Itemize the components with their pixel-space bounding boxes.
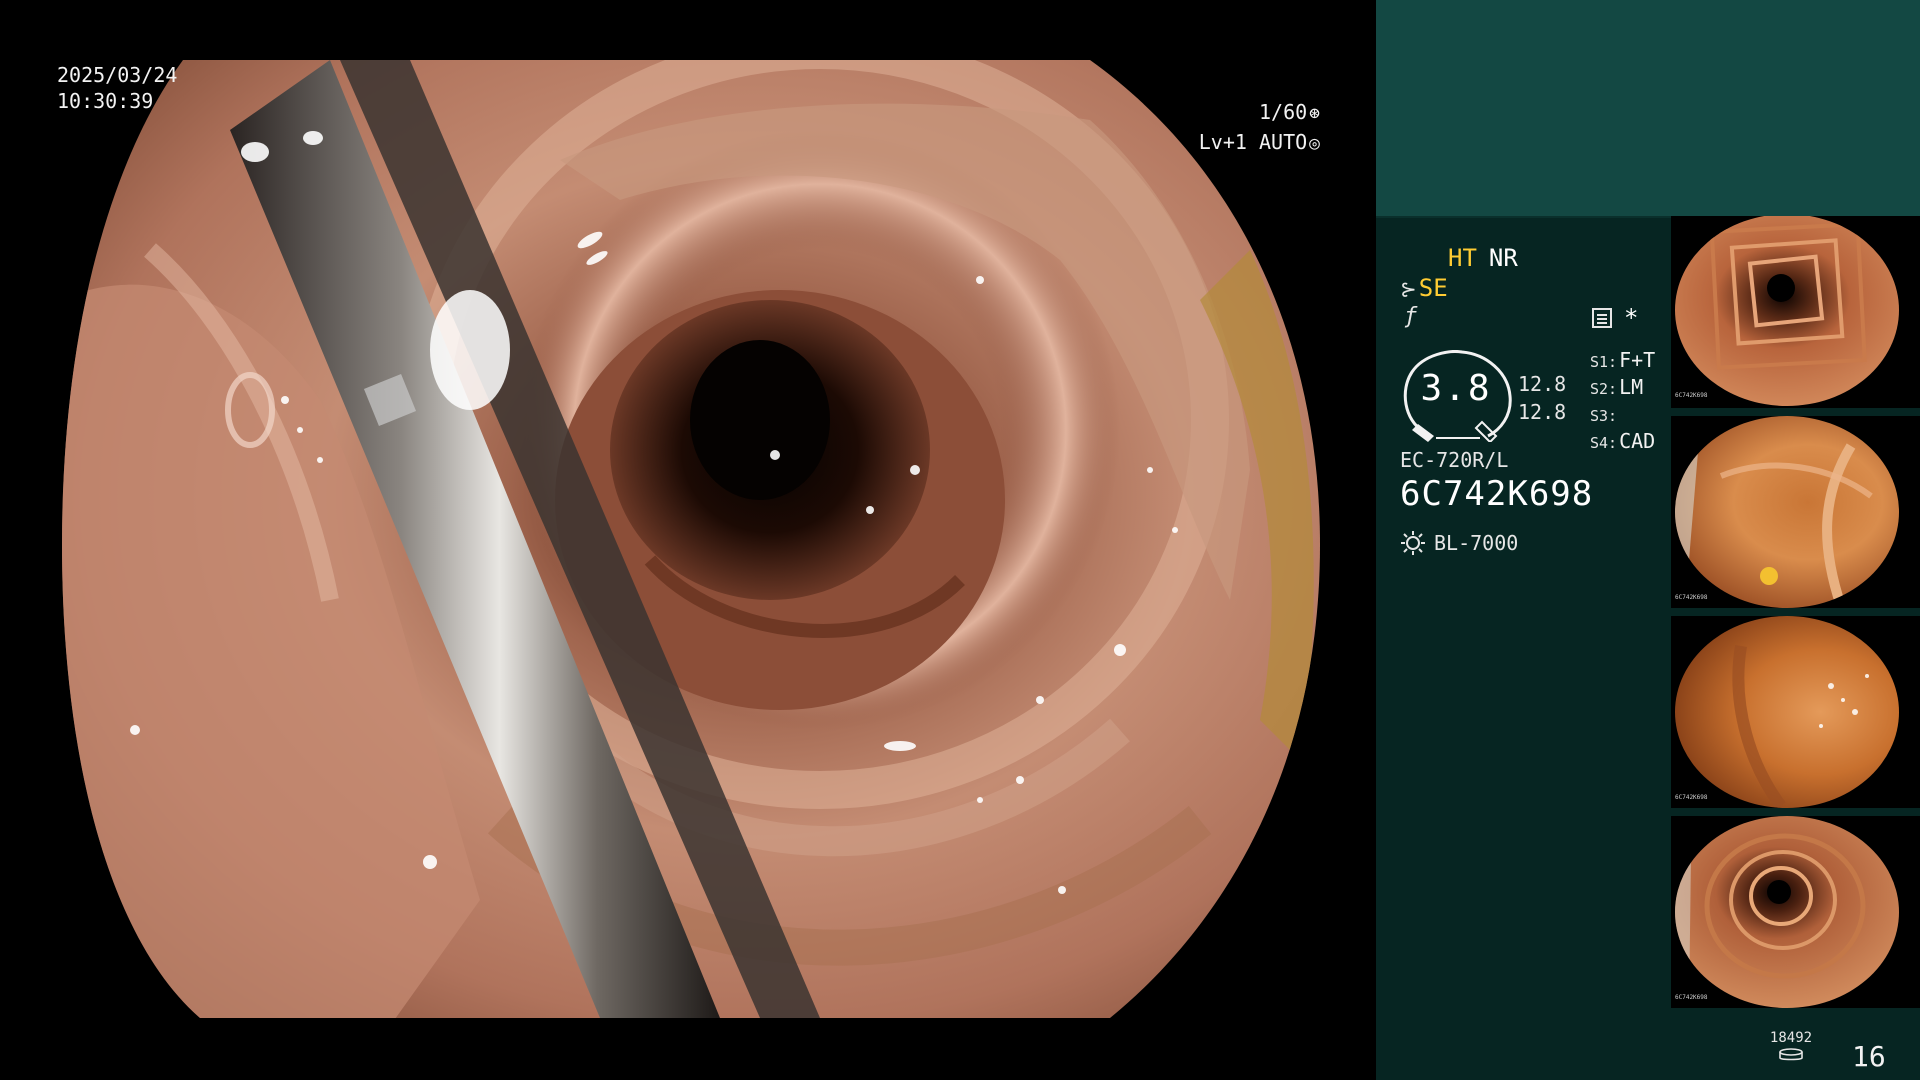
iris-icon: ◎ xyxy=(1309,133,1320,154)
datetime-display: 2025/03/24 10:30:39 xyxy=(57,62,177,114)
capture-thumbnail-3[interactable]: 6C742K698 xyxy=(1671,616,1920,808)
enhancement-row: HT NR xyxy=(1448,244,1518,272)
mode-text: AUTO xyxy=(1258,130,1308,154)
endoscope-live-view: 2025/03/24 10:30:39 1/60 ⊛ Lv+1 AUTO ◎ xyxy=(0,0,1376,1080)
freeze-row: ƒ xyxy=(1404,304,1417,329)
storage-count: 18492 xyxy=(1769,1030,1813,1046)
scope-serial: 6C742K698 xyxy=(1400,474,1594,514)
structure-icon: ⊱ xyxy=(1400,277,1417,301)
se-label: SE xyxy=(1418,274,1448,302)
live-image xyxy=(0,0,1376,1080)
readout-2: 12.8 xyxy=(1518,400,1567,424)
switch-item-s4: S4: CAD xyxy=(1590,429,1656,453)
nr-label: NR xyxy=(1488,244,1518,272)
memo-icon xyxy=(1592,308,1612,328)
light-source-row: BL-7000 xyxy=(1400,530,1518,556)
scope-switch-list: S1: F+T S2: LM S3: S4: CAD xyxy=(1590,348,1655,456)
endoscopy-screen: 2025/03/24 10:30:39 1/60 ⊛ Lv+1 AUTO ◎ HT N… xyxy=(0,0,1920,1080)
storage-stack-icon xyxy=(1779,1048,1803,1061)
thumbnail-label: 6C742K698 xyxy=(1675,794,1708,801)
level-text: Lv+1 xyxy=(1198,130,1247,154)
switch-item-s3: S3: xyxy=(1590,407,1618,425)
thumbnail-label: 6C742K698 xyxy=(1675,594,1708,601)
date-text: 2025/03/24 xyxy=(57,63,178,87)
mode-row: Lv+1 AUTO ◎ xyxy=(1190,128,1320,158)
capture-thumbnail-4[interactable]: 6C742K698 xyxy=(1671,816,1920,1008)
time-text: 10:30:39 xyxy=(57,89,154,113)
switch-item-s2: S2: LM xyxy=(1590,375,1644,399)
light-source-icon xyxy=(1401,531,1425,555)
aperture-icon: ⊛ xyxy=(1309,103,1320,124)
ht-label: HT xyxy=(1448,244,1477,272)
light-source-label: BL-7000 xyxy=(1434,531,1519,555)
shutter-row: 1/60 ⊛ xyxy=(1190,98,1320,128)
switch-item-s1: S1: F+T xyxy=(1590,348,1656,372)
structure-enhance-row: ⊱SE xyxy=(1400,274,1448,302)
scope-model: EC-720R/L xyxy=(1400,448,1509,472)
shutter-text: 1/60 xyxy=(1258,100,1308,124)
freeze-icon: ƒ xyxy=(1404,304,1418,329)
thumbnail-label: 6C742K698 xyxy=(1675,994,1708,1001)
readout-1: 12.8 xyxy=(1518,372,1567,396)
capture-thumbnail-1[interactable]: 6C742K698 xyxy=(1671,216,1920,408)
storage-counter: 18492 xyxy=(1766,1030,1816,1062)
capture-thumbnail-2[interactable]: 6C742K698 xyxy=(1671,416,1920,608)
thumbnail-label: 6C742K698 xyxy=(1675,392,1708,399)
exposure-info: 1/60 ⊛ Lv+1 AUTO ◎ xyxy=(1190,98,1320,158)
readout-values: 12.8 12.8 xyxy=(1518,370,1566,426)
asterisk-icon: * xyxy=(1624,304,1639,332)
zoom-value: 3.8 xyxy=(1420,368,1492,409)
page-number: 16 xyxy=(1852,1040,1886,1073)
panel-header xyxy=(1376,0,1920,218)
